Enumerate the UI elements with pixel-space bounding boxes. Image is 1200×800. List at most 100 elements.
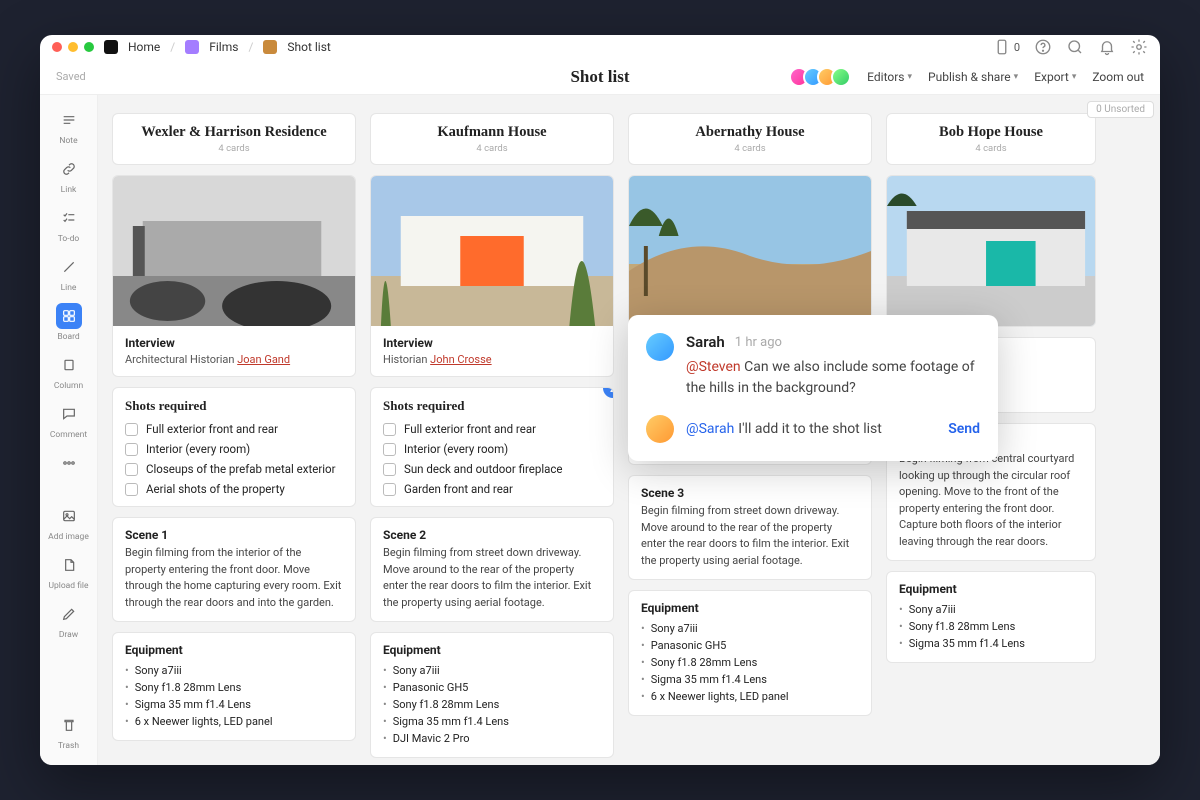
checklist-item[interactable]: Interior (every room) [125,442,343,456]
sidebar-item-board[interactable]: Board [45,299,93,346]
zoom-out-button[interactable]: Zoom out [1092,70,1144,84]
image-card[interactable]: InterviewHistorian John Crosse [370,175,614,377]
avatar [646,415,674,443]
board-column: Wexler & Harrison Residence4 cards Inter… [112,113,356,765]
scene-card[interactable]: Scene 1Begin filming from the interior o… [112,517,356,622]
comment-time: 1 hr ago [735,335,782,350]
unsorted-badge[interactable]: 0 Unsorted [1087,101,1154,118]
sidebar-item-trash[interactable]: Trash [45,708,93,755]
sidebar-item-line[interactable]: Line [45,250,93,297]
scene-card[interactable]: Scene 2Begin filming from street down dr… [370,517,614,622]
list-item: Panasonic GH5 [383,679,601,696]
sidebar-item-column[interactable]: Column [45,348,93,395]
checklist-item[interactable]: Closeups of the prefab metal exterior [125,462,343,476]
app-window: Home / Films / Shot list 0 Saved Shot li… [40,35,1160,765]
editors-menu[interactable]: Editors▾ [867,70,912,84]
column-header[interactable]: Kaufmann House4 cards [370,113,614,165]
checklist-item[interactable]: Full exterior front and rear [383,422,601,436]
comment-text: @Steven Can we also include some footage… [686,357,980,399]
checklist-item[interactable]: Garden front and rear [383,482,601,496]
checkbox-icon[interactable] [125,443,138,456]
minimize-window-icon[interactable] [68,42,78,52]
equipment-card[interactable]: Equipment Sony a7iii Sony f1.8 28mm Lens… [112,632,356,741]
list-item: 6 x Neewer lights, LED panel [641,688,859,705]
avatar[interactable] [831,67,851,87]
films-icon[interactable] [185,40,199,54]
sidebar: Note Link To-do Line Board Column Commen… [40,95,98,765]
help-icon[interactable] [1034,38,1052,56]
list-item: Sony f1.8 28mm Lens [641,654,859,671]
publish-menu[interactable]: Publish & share▾ [928,70,1018,84]
mobile-device-count[interactable]: 0 [993,38,1020,56]
list-item: Panasonic GH5 [641,637,859,654]
breadcrumb: Home / Films / Shot list [104,40,331,54]
checkbox-icon[interactable] [383,483,396,496]
shot-list-icon[interactable] [263,40,277,54]
sidebar-item-draw[interactable]: Draw [45,597,93,644]
mention[interactable]: @Steven [686,359,741,375]
mention[interactable]: @Sarah [686,421,734,437]
export-menu[interactable]: Export▾ [1034,70,1076,84]
breadcrumb-films[interactable]: Films [209,40,238,54]
breadcrumb-shot[interactable]: Shot list [287,40,330,54]
checklist-item[interactable]: Full exterior front and rear [125,422,343,436]
checkbox-icon[interactable] [383,423,396,436]
main: Note Link To-do Line Board Column Commen… [40,95,1160,765]
list-item: Sigma 35 mm f1.4 Lens [383,713,601,730]
saved-label: Saved [56,70,86,83]
column-header[interactable]: Abernathy House4 cards [628,113,872,165]
equipment-card[interactable]: Equipment Sony a7iii Panasonic GH5 Sony … [370,632,614,758]
board-canvas[interactable]: 0 Unsorted Wexler & Harrison Residence4 … [98,95,1160,765]
sidebar-item-note[interactable]: Note [45,103,93,150]
checklist-item[interactable]: Interior (every room) [383,442,601,456]
equipment-card[interactable]: Equipment Sony a7iii Panasonic GH5 Sony … [628,590,872,716]
titlebar: Home / Films / Shot list 0 [40,35,1160,59]
search-icon[interactable] [1066,38,1084,56]
list-item: Sony a7iii [899,601,1083,618]
breadcrumb-home[interactable]: Home [128,40,160,54]
maximize-window-icon[interactable] [84,42,94,52]
board-column: Kaufmann House4 cards InterviewHistorian… [370,113,614,765]
toolbar: Saved Shot list Editors▾ Publish & share… [40,59,1160,95]
sidebar-item-add-image[interactable]: Add image [45,499,93,546]
page-title[interactable]: Shot list [570,67,629,87]
image-card[interactable] [628,175,872,327]
column-header[interactable]: Wexler & Harrison Residence4 cards [112,113,356,165]
scene-card[interactable]: Scene 3Begin filming from street down dr… [628,475,872,580]
shots-card[interactable]: Shots required Full exterior front and r… [370,387,614,507]
checkbox-icon[interactable] [383,443,396,456]
traffic-lights [52,42,94,52]
comment-author: Sarah [686,333,725,351]
list-item: Sigma 35 mm f1.4 Lens [641,671,859,688]
checklist-item[interactable]: Aerial shots of the property [125,482,343,496]
close-window-icon[interactable] [52,42,62,52]
list-item: DJI Mavic 2 Pro [383,730,601,747]
checkbox-icon[interactable] [125,463,138,476]
reply-input[interactable]: @Sarah I'll add it to the shot list [686,421,936,437]
send-button[interactable]: Send [948,421,980,437]
comment-popup: Sarah 1 hr ago @Steven Can we also includ… [628,315,998,461]
list-item: Sony a7iii [125,662,343,679]
home-icon[interactable] [104,40,118,54]
checklist-item[interactable]: Sun deck and outdoor fireplace [383,462,601,476]
person-link[interactable]: Joan Gand [237,353,290,366]
sidebar-item-link[interactable]: Link [45,152,93,199]
sidebar-item-comment[interactable]: Comment [45,397,93,444]
list-item: Sigma 35 mm f1.4 Lens [899,635,1083,652]
column-header[interactable]: Bob Hope House4 cards [886,113,1096,165]
gear-icon[interactable] [1130,38,1148,56]
person-link[interactable]: John Crosse [430,353,491,366]
checkbox-icon[interactable] [383,463,396,476]
avatar [646,333,674,361]
checkbox-icon[interactable] [125,483,138,496]
editor-avatars[interactable] [795,67,851,87]
shots-card[interactable]: Shots required Full exterior front and r… [112,387,356,507]
image-card[interactable] [886,175,1096,327]
checkbox-icon[interactable] [125,423,138,436]
equipment-card[interactable]: Equipment Sony a7iii Sony f1.8 28mm Lens… [886,571,1096,663]
sidebar-item-more[interactable] [45,446,93,483]
sidebar-item-upload-file[interactable]: Upload file [45,548,93,595]
image-card[interactable]: InterviewArchitectural Historian Joan Ga… [112,175,356,377]
bell-icon[interactable] [1098,38,1116,56]
sidebar-item-todo[interactable]: To-do [45,201,93,248]
